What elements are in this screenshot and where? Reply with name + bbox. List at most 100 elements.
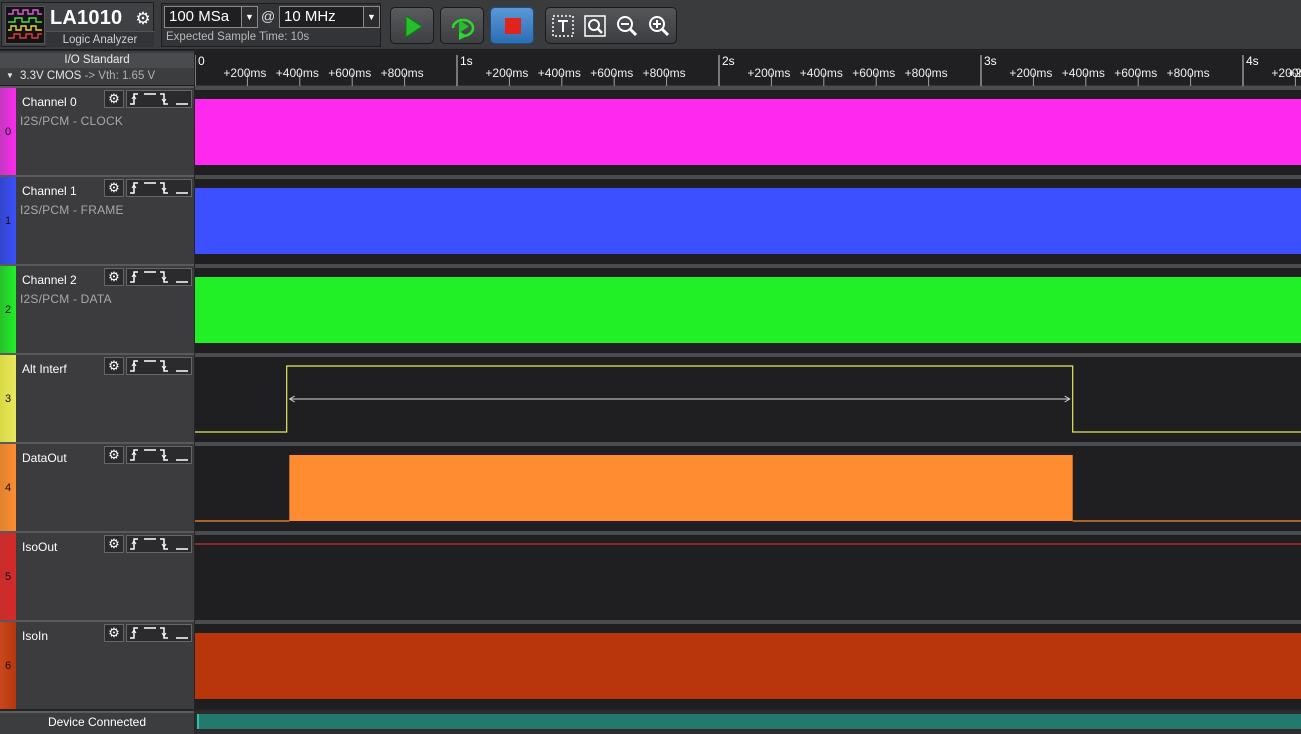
zoom-in-icon[interactable]: [647, 14, 671, 38]
sample-depth-select[interactable]: 100 MSa ▼: [164, 6, 258, 28]
ruler-minor-label: +800ms: [1167, 66, 1210, 80]
ruler-minor-label: +400ms: [1062, 66, 1105, 80]
channel-trace[interactable]: [195, 620, 1301, 709]
channel-row: 6 IsoIn ⚙: [0, 620, 1301, 709]
chevron-down-icon[interactable]: ▼: [241, 7, 257, 27]
channel-gear-icon[interactable]: ⚙: [104, 268, 124, 286]
waveform: [195, 365, 1301, 433]
trigger-selector[interactable]: [126, 179, 192, 197]
channel-row: 1 Channel 1 I2S/PCM - FRAME ⚙: [0, 175, 1301, 264]
channel-header[interactable]: 1 Channel 1 I2S/PCM - FRAME ⚙: [0, 175, 194, 264]
channel-name[interactable]: IsoOut: [22, 540, 57, 554]
channel-name[interactable]: Alt Interf: [22, 362, 67, 376]
channel-header[interactable]: 0 Channel 0 I2S/PCM - CLOCK ⚙: [0, 86, 194, 175]
falling-edge-trigger-icon[interactable]: [160, 271, 168, 283]
channel-gear-icon[interactable]: ⚙: [104, 535, 124, 553]
channel-header[interactable]: 5 IsoOut ⚙: [0, 531, 194, 620]
channel-name[interactable]: DataOut: [22, 451, 67, 465]
ruler-major-label: 1s: [460, 54, 473, 68]
channel-row: 2 Channel 2 I2S/PCM - DATA ⚙: [0, 264, 1301, 353]
rising-edge-trigger-icon[interactable]: [130, 93, 138, 105]
waveform: [195, 188, 1301, 254]
ruler-major-label: 0: [198, 54, 205, 68]
channel-trace[interactable]: [195, 353, 1301, 442]
channel-header[interactable]: 4 DataOut ⚙: [0, 442, 194, 531]
channel-trace[interactable]: [195, 442, 1301, 531]
falling-edge-trigger-icon[interactable]: [160, 182, 168, 194]
ruler-minor-label: +200ms: [747, 66, 790, 80]
trigger-selector[interactable]: [126, 90, 192, 108]
channel-header[interactable]: 3 Alt Interf ⚙: [0, 353, 194, 442]
trigger-selector[interactable]: [126, 624, 192, 642]
channel-index: 4: [4, 482, 12, 494]
channel-name[interactable]: Channel 0: [22, 95, 77, 109]
channel-gear-icon[interactable]: ⚙: [104, 624, 124, 642]
device-status: Device Connected: [0, 711, 194, 734]
logic-analyzer-app: LA1010 ⚙ Logic Analyzer 100 MSa ▼ @ 10 M…: [0, 0, 1301, 734]
falling-edge-trigger-icon[interactable]: [160, 449, 168, 461]
text-cursor-icon[interactable]: [551, 14, 575, 38]
device-brand[interactable]: LA1010 ⚙ Logic Analyzer: [1, 2, 154, 47]
falling-edge-trigger-icon[interactable]: [160, 93, 168, 105]
stop-button[interactable]: [490, 7, 534, 44]
channel-protocol: I2S/PCM - FRAME: [20, 203, 124, 217]
channel-name[interactable]: IsoIn: [22, 629, 48, 643]
rising-edge-trigger-icon[interactable]: [130, 627, 138, 639]
stop-icon: [505, 18, 521, 34]
falling-edge-trigger-icon[interactable]: [160, 360, 168, 372]
falling-edge-trigger-icon[interactable]: [160, 627, 168, 639]
repeat-run-button[interactable]: [440, 7, 484, 44]
device-settings-gear-icon[interactable]: ⚙: [133, 9, 153, 29]
ruler-minor-label: +200ms: [223, 66, 266, 80]
waveform: [195, 99, 1301, 165]
channel-trace[interactable]: [195, 531, 1301, 620]
channel-gear-icon[interactable]: ⚙: [104, 357, 124, 375]
sample-rate-value: 10 MHz: [284, 8, 336, 25]
rising-edge-trigger-icon[interactable]: [130, 271, 138, 283]
device-name: LA1010: [50, 7, 123, 29]
ruler-minor-label: +600ms: [852, 66, 895, 80]
zoom-out-icon[interactable]: [615, 14, 639, 38]
trigger-selector[interactable]: [126, 268, 192, 286]
channel-header[interactable]: 6 IsoIn ⚙: [0, 620, 194, 709]
channel-trace[interactable]: [195, 264, 1301, 353]
channel-name[interactable]: Channel 1: [22, 184, 77, 198]
channel-gear-icon[interactable]: ⚙: [104, 90, 124, 108]
trigger-selector[interactable]: [126, 535, 192, 553]
channel-protocol: I2S/PCM - DATA: [20, 292, 112, 306]
zoom-fit-icon[interactable]: [583, 14, 607, 38]
io-standard-select[interactable]: 3.3V CMOS -> Vth: 1.65 V: [20, 70, 155, 82]
ruler-major-label: 4s: [1246, 54, 1259, 68]
channel-gear-icon[interactable]: ⚙: [104, 446, 124, 464]
ruler-minor-label: +200ms: [485, 66, 528, 80]
trigger-selector[interactable]: [126, 446, 192, 464]
channel-name[interactable]: Channel 2: [22, 273, 77, 287]
trigger-selector[interactable]: [126, 357, 192, 375]
ruler-minor-label: +400ms: [538, 66, 581, 80]
rising-edge-trigger-icon[interactable]: [130, 360, 138, 372]
time-ruler-axis: 0 +200ms +400ms +600ms +800ms 1s +200ms +400ms +…: [194, 54, 1301, 86]
signal-activity-block: [195, 188, 1301, 254]
ruler-minor-label: +800ms: [381, 66, 424, 80]
channel-trace[interactable]: [195, 86, 1301, 175]
channel-row: 3 Alt Interf ⚙: [0, 353, 1301, 442]
start-button[interactable]: [390, 7, 434, 44]
falling-edge-trigger-icon[interactable]: [160, 538, 168, 550]
channel-index: 2: [4, 304, 12, 316]
channel-header[interactable]: 2 Channel 2 I2S/PCM - DATA ⚙: [0, 264, 194, 353]
ruler-major-label: 2s: [722, 54, 735, 68]
waveform: [195, 633, 1301, 699]
signal-activity-block: [289, 455, 1073, 521]
channel-gear-icon[interactable]: ⚙: [104, 179, 124, 197]
channel-trace[interactable]: [195, 175, 1301, 264]
sample-rate-select[interactable]: 10 MHz ▼: [279, 6, 380, 28]
rising-edge-trigger-icon[interactable]: [130, 182, 138, 194]
rising-edge-trigger-icon[interactable]: [130, 449, 138, 461]
ruler-minor-label: +600ms: [328, 66, 371, 80]
rising-edge-trigger-icon[interactable]: [130, 538, 138, 550]
chevron-down-icon[interactable]: ▼: [363, 7, 379, 27]
triangle-down-icon[interactable]: ▼: [6, 71, 14, 80]
ruler-minor-label: +400ms: [276, 66, 319, 80]
time-ruler[interactable]: 0 +200ms +400ms +600ms +800ms 1s +200ms +400ms +…: [194, 51, 1301, 86]
io-standard-value: 3.3V CMOS: [20, 70, 82, 82]
